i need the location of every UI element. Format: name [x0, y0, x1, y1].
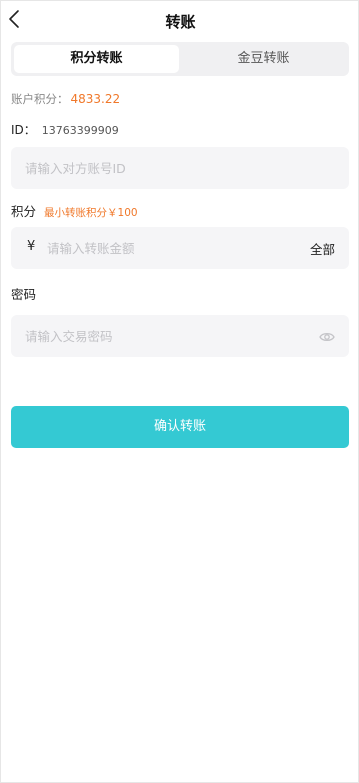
- points-row: 积分 最小转账积分￥100: [11, 201, 138, 220]
- transfer-type-tabs: 积分转账 金豆转账: [11, 42, 349, 76]
- transfer-all-button[interactable]: 全部: [310, 239, 335, 258]
- page-title: 转账: [165, 13, 196, 31]
- transfer-page: 转账 积分转账 金豆转账 账户积分： 4833.22 ID： 13763399909…: [0, 0, 359, 783]
- tab-gold-bean-transfer[interactable]: 金豆转账: [181, 45, 346, 73]
- id-label: ID：: [11, 123, 36, 137]
- amount-field: ¥ 全部: [11, 227, 349, 269]
- balance-label: 账户积分：: [11, 92, 69, 106]
- tab-points-transfer[interactable]: 积分转账: [14, 45, 179, 73]
- toggle-password-visibility[interactable]: [319, 329, 335, 343]
- points-label: 积分: [11, 204, 37, 219]
- eye-icon: [319, 332, 335, 342]
- recipient-id-input[interactable]: [25, 147, 325, 189]
- min-transfer-hint: 最小转账积分￥100: [44, 207, 138, 219]
- account-balance: 账户积分： 4833.22: [11, 91, 120, 107]
- nav-bar: 转账: [1, 1, 359, 41]
- id-value: 13763399909: [41, 124, 119, 137]
- recipient-field: [11, 147, 349, 189]
- confirm-transfer-button[interactable]: 确认转账: [11, 406, 349, 448]
- account-id: ID： 13763399909: [11, 121, 119, 138]
- amount-input[interactable]: [47, 227, 287, 269]
- balance-value: 4833.22: [70, 92, 121, 106]
- currency-symbol: ¥: [27, 239, 36, 254]
- password-field: [11, 315, 349, 357]
- password-label: 密码: [11, 287, 37, 302]
- password-input[interactable]: [25, 315, 325, 357]
